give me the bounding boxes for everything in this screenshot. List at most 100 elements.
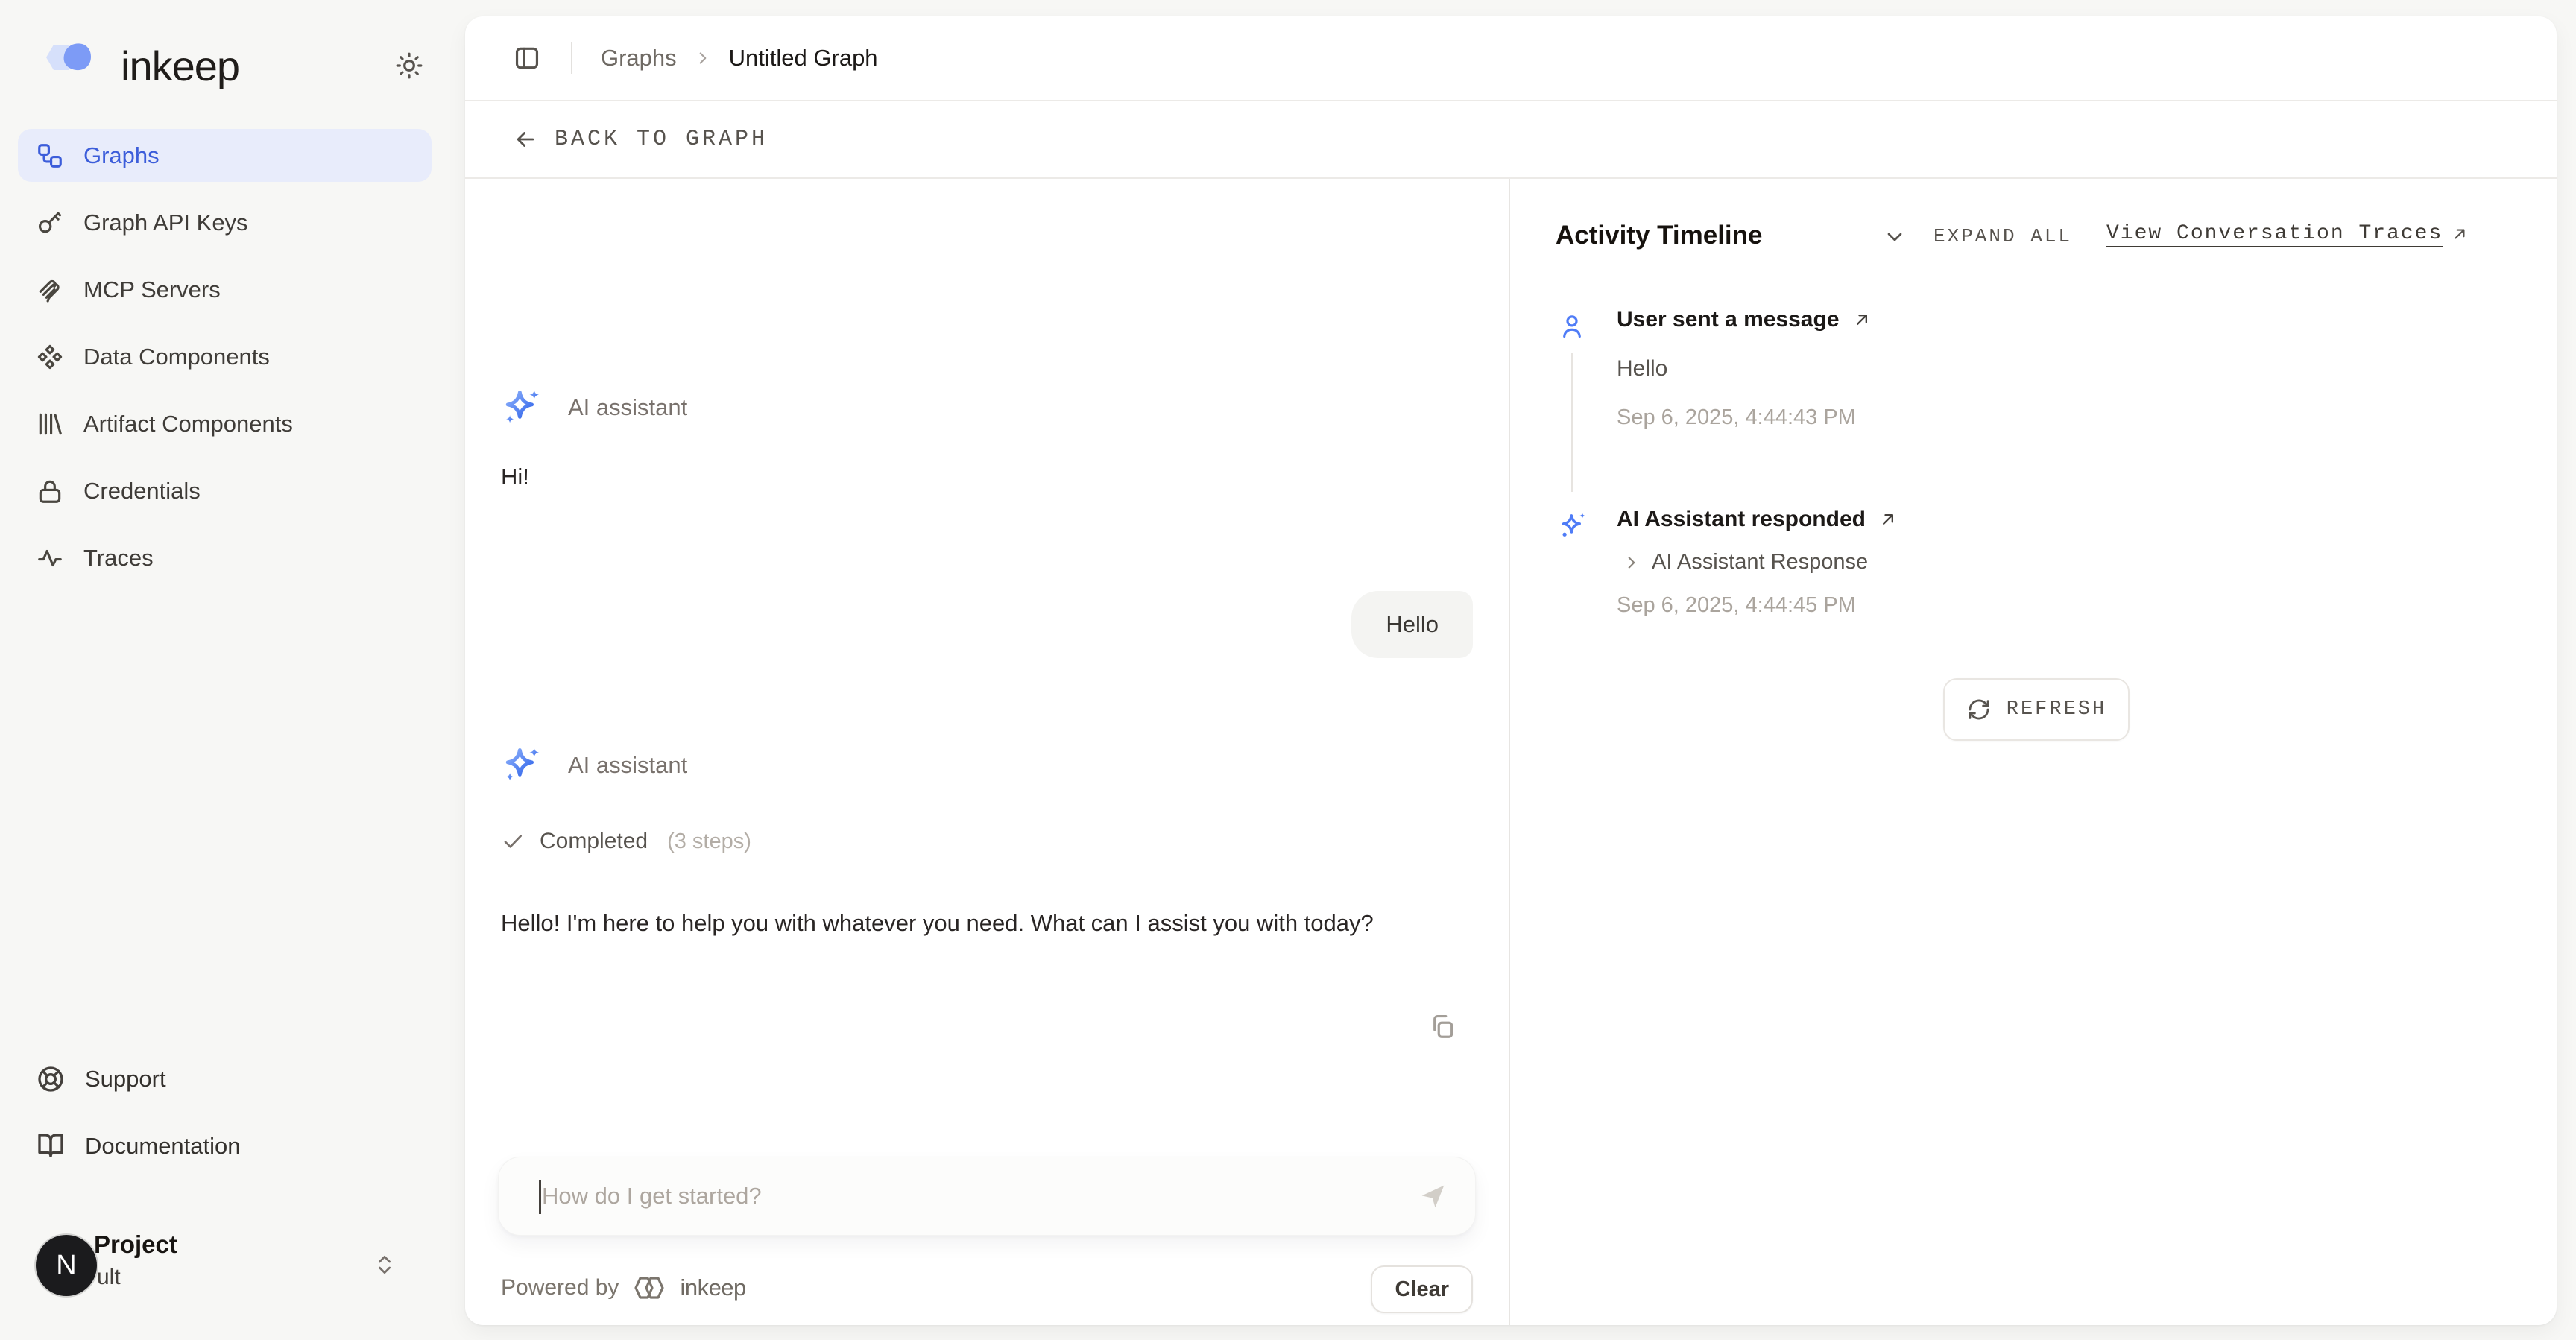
sidebar-toggle-button[interactable]	[513, 44, 541, 72]
chevron-right-icon	[693, 48, 713, 68]
component-icon	[36, 343, 64, 371]
inkeep-logo[interactable]: inkeep	[39, 37, 239, 94]
status-label: Completed	[540, 829, 648, 854]
user-icon	[1558, 312, 1586, 341]
sidebar-item-graphs[interactable]: Graphs	[18, 129, 432, 182]
sidebar-item-credentials[interactable]: Credentials	[18, 464, 432, 517]
timeline-connector	[1571, 353, 1573, 492]
activity-icon	[36, 544, 64, 572]
mcp-icon	[36, 276, 64, 304]
copy-button[interactable]	[1428, 1012, 1456, 1040]
timeline-event-timestamp: Sep 6, 2025, 4:44:45 PM	[1617, 593, 1856, 618]
sidebar-nav: Graphs Graph API Keys MC	[18, 129, 432, 584]
sidebar-item-traces[interactable]: Traces	[18, 531, 432, 584]
main-card: Graphs Untitled Graph BACK TO GRAPH	[465, 16, 2557, 1325]
collapse-timeline-button[interactable]	[1883, 225, 1907, 249]
send-button[interactable]	[1415, 1178, 1450, 1213]
project-selector[interactable]: Project ult N	[0, 1226, 465, 1308]
back-bar: BACK TO GRAPH	[465, 101, 2557, 179]
sidebar-item-label: Support	[85, 1066, 166, 1093]
powered-by[interactable]: Powered by inkeep	[501, 1273, 746, 1303]
ai-response-expander[interactable]: AI Assistant Response	[1622, 550, 1868, 575]
sparkles-icon	[501, 386, 544, 429]
key-icon	[36, 209, 64, 237]
timeline-event-body: Hello	[1617, 356, 1667, 382]
event-title-label: AI Assistant responded	[1617, 507, 1866, 532]
text-caret	[539, 1180, 541, 1214]
clear-button[interactable]: Clear	[1371, 1265, 1473, 1313]
project-subtitle: ult	[97, 1265, 121, 1290]
status-steps: (3 steps)	[667, 829, 751, 854]
sparkles-icon	[1558, 510, 1589, 541]
user-message-bubble: Hello	[1351, 591, 1473, 658]
chevrons-up-down-icon	[373, 1253, 397, 1277]
back-to-graph-button[interactable]: BACK TO GRAPH	[513, 127, 768, 152]
sidebar-item-graph-api-keys[interactable]: Graph API Keys	[18, 196, 432, 249]
chat-panel: AI assistant Hi! Hello AI assistant	[465, 179, 1510, 1325]
theme-toggle-button[interactable]	[395, 51, 423, 80]
chevron-right-icon	[1622, 553, 1641, 572]
sidebar-item-label: Artifact Components	[83, 411, 293, 437]
panel-left-icon	[513, 44, 541, 72]
completion-status[interactable]: Completed (3 steps)	[501, 829, 751, 854]
view-conversation-traces-link[interactable]: View Conversation Traces	[2106, 222, 2469, 245]
back-to-graph-label: BACK TO GRAPH	[555, 127, 768, 152]
brand-wordmark: inkeep	[121, 42, 239, 90]
sidebar-item-support[interactable]: Support	[36, 1064, 166, 1094]
external-link-icon	[2450, 224, 2469, 244]
breadcrumb-current: Untitled Graph	[729, 45, 878, 72]
expander-label: AI Assistant Response	[1652, 550, 1868, 575]
sparkles-icon	[501, 744, 544, 787]
life-buoy-icon	[36, 1064, 66, 1094]
card-content: AI assistant Hi! Hello AI assistant	[465, 179, 2557, 1325]
sidebar-item-label: Graphs	[83, 142, 160, 169]
check-icon	[501, 829, 525, 853]
assistant-message-2: Hello! I'm here to help you with whateve…	[501, 903, 1470, 943]
assistant-message-1: Hi!	[501, 464, 529, 490]
sidebar-item-label: Credentials	[83, 478, 201, 505]
workflow-icon	[36, 142, 64, 170]
chevron-down-icon	[1883, 225, 1907, 249]
arrow-left-icon	[513, 127, 538, 152]
book-open-icon	[36, 1131, 66, 1161]
sidebar-item-documentation[interactable]: Documentation	[36, 1131, 241, 1161]
refresh-button[interactable]: REFRESH	[1943, 678, 2130, 741]
header-divider	[571, 42, 572, 74]
lock-icon	[36, 477, 64, 505]
sidebar-item-label: Traces	[83, 545, 154, 572]
sidebar-item-label: Data Components	[83, 344, 270, 370]
library-icon	[36, 410, 64, 438]
sidebar-item-mcp-servers[interactable]: MCP Servers	[18, 263, 432, 316]
chat-input-container	[498, 1157, 1476, 1236]
inkeep-outline-icon	[629, 1273, 669, 1303]
timeline-event-title[interactable]: User sent a message	[1617, 307, 1872, 332]
sidebar-item-label: Documentation	[85, 1133, 241, 1160]
expand-all-button[interactable]: EXPAND ALL	[1933, 225, 2072, 247]
send-icon	[1415, 1178, 1450, 1213]
timeline-event-title[interactable]: AI Assistant responded	[1617, 507, 1898, 532]
refresh-label: REFRESH	[2007, 698, 2106, 721]
breadcrumb: Graphs Untitled Graph	[601, 45, 878, 72]
sidebar-item-data-components[interactable]: Data Components	[18, 330, 432, 383]
powered-by-label: Powered by	[501, 1275, 619, 1301]
project-avatar: N	[36, 1235, 97, 1296]
view-traces-label: View Conversation Traces	[2106, 222, 2443, 245]
assistant-name: AI assistant	[568, 752, 687, 779]
project-name: Project	[94, 1230, 177, 1259]
message-input[interactable]	[542, 1157, 1386, 1235]
refresh-icon	[1966, 697, 1992, 722]
breadcrumb-graphs[interactable]: Graphs	[601, 45, 677, 72]
card-header: Graphs Untitled Graph	[465, 16, 2557, 101]
sidebar-item-label: MCP Servers	[83, 276, 221, 303]
assistant-message-header: AI assistant	[501, 744, 687, 787]
external-link-icon	[1852, 309, 1872, 330]
external-link-icon	[1878, 509, 1898, 530]
assistant-message-header: AI assistant	[501, 386, 687, 429]
assistant-name: AI assistant	[568, 394, 687, 421]
sidebar-item-artifact-components[interactable]: Artifact Components	[18, 397, 432, 450]
copy-icon	[1428, 1012, 1456, 1040]
inkeep-logo-icon	[39, 37, 107, 94]
activity-timeline-title: Activity Timeline	[1556, 221, 1763, 250]
sidebar: inkeep Graphs	[0, 0, 465, 1340]
activity-panel: Activity Timeline EXPAND ALL View Conver…	[1510, 179, 2557, 1325]
